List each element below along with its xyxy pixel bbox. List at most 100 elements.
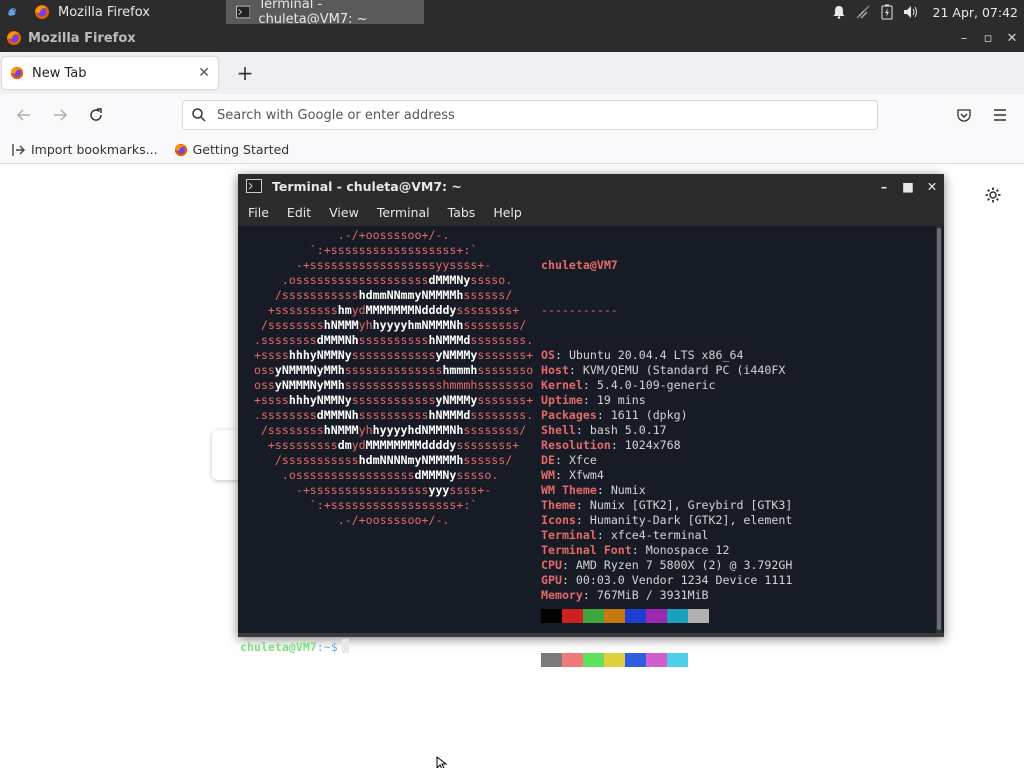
terminal-minimize-button[interactable]: – xyxy=(872,179,896,194)
color-swatch xyxy=(541,653,562,667)
color-swatch xyxy=(604,653,625,667)
import-icon xyxy=(12,143,25,156)
info-key: Resolution xyxy=(541,438,611,452)
info-value: 5.4.0-109-generic xyxy=(596,378,716,392)
logo-line: /ssssssssssshdmmNNmmyNMMMMhssssss/ xyxy=(240,288,513,302)
shell-prompt[interactable]: chuleta@VM7:~$ xyxy=(240,639,349,655)
forward-arrow-icon[interactable] xyxy=(42,97,78,133)
tab-close-icon[interactable]: ✕ xyxy=(198,65,210,81)
firefox-icon xyxy=(174,143,187,156)
prompt-user: chuleta@VM7 xyxy=(240,640,317,654)
logo-line: /ssssssssssshdmNNNNmyNMMMMhssssss/ xyxy=(240,453,513,467)
logo-line: `:+ssssssssssssssssss+:` xyxy=(240,498,478,512)
firefox-icon xyxy=(35,5,49,19)
taskbar-firefox[interactable]: Mozilla Firefox xyxy=(24,0,220,24)
terminal-output[interactable]: .-/+oossssoo+/-. `:+ssssssssssssssssss+:… xyxy=(238,226,936,667)
info-row: Terminal: xfce4-terminal xyxy=(541,528,709,542)
firefox-window-title: Mozilla Firefox xyxy=(28,30,136,46)
tab-new-tab[interactable]: New Tab ✕ xyxy=(2,57,218,89)
close-button[interactable]: ✕ xyxy=(1000,31,1024,46)
logo-line: .ssssssssdMMMNhsssssssssshNMMMdssssssss. xyxy=(240,408,534,422)
new-tab-plus-icon[interactable]: + xyxy=(234,62,256,84)
taskbar-firefox-label: Mozilla Firefox xyxy=(58,4,150,20)
info-row: Terminal Font: Monospace 12 xyxy=(541,543,730,557)
separator: ----------- xyxy=(541,303,618,317)
menu-help[interactable]: Help xyxy=(493,205,532,220)
color-palette xyxy=(541,579,709,697)
info-key: CPU xyxy=(541,558,562,572)
info-value: 19 mins xyxy=(596,393,646,407)
logo-line: ossyNMMMNyMMhsssssssssssssshmmmhssssssso xyxy=(240,378,534,392)
terminal-scrollbar[interactable] xyxy=(936,226,942,633)
info-row: DE: Xfce xyxy=(541,453,597,467)
color-swatch xyxy=(541,609,562,623)
terminal-titlebar: Terminal - chuleta@VM7: ~ – ■ ✕ xyxy=(238,174,944,198)
logo-line: +sssshhhyNMMNyssssssssssssyNMMMysssssss+ xyxy=(240,393,534,407)
logo-line: .osssssssssssssssssssdMMMNysssso. xyxy=(240,273,513,287)
scrollbar-thumb[interactable] xyxy=(937,228,941,630)
info-key: Packages xyxy=(541,408,597,422)
terminal-maximize-button[interactable]: ■ xyxy=(896,179,920,194)
info-row: CPU: AMD Ryzen 7 5800X (2) @ 3.792GH xyxy=(541,558,793,572)
firefox-titlebar: Mozilla Firefox – ▫ ✕ xyxy=(0,24,1024,52)
ubuntu-ascii-logo: .-/+oossssoo+/-. `:+ssssssssssssssssss+:… xyxy=(240,228,533,528)
color-swatch xyxy=(646,653,667,667)
color-swatch xyxy=(625,653,646,667)
color-swatch xyxy=(562,609,583,623)
top-panel: Mozilla Firefox Terminal - chuleta@VM7: … xyxy=(0,0,1024,27)
minimize-button[interactable]: – xyxy=(952,31,976,46)
maximize-button[interactable]: ▫ xyxy=(976,31,1000,46)
gear-icon[interactable] xyxy=(984,186,1002,208)
logo-line: /sssssssshNMMMyhhyyyyhmNMMMNhssssssss/ xyxy=(240,318,527,332)
terminal-menubar: File Edit View Terminal Tabs Help xyxy=(238,198,944,226)
notification-bell-icon[interactable] xyxy=(831,4,847,20)
url-bar-placeholder: Search with Google or enter address xyxy=(217,107,455,123)
volume-icon[interactable] xyxy=(903,4,919,20)
info-key: Uptime xyxy=(541,393,583,407)
logo-line: +ssssssssshmydMMMMMMMNddddyssssssss+ xyxy=(240,303,520,317)
battery-icon[interactable] xyxy=(879,4,895,20)
info-value: bash 5.0.17 xyxy=(589,423,667,437)
neofetch-info: chuleta@VM7 ----------- OS: Ubuntu 20.04… xyxy=(541,228,792,633)
terminal-close-button[interactable]: ✕ xyxy=(920,179,944,194)
menu-view[interactable]: View xyxy=(329,205,369,220)
info-value: KVM/QEMU (Standard PC (i440FX xyxy=(582,363,786,377)
info-key: Terminal xyxy=(541,528,597,542)
xfce-mouse-icon xyxy=(8,8,17,16)
firefox-nav-bar: Search with Google or enter address xyxy=(0,94,1024,136)
taskbar-terminal[interactable]: Terminal - chuleta@VM7: ~ xyxy=(226,0,424,27)
info-row: OS: Ubuntu 20.04.4 LTS x86_64 xyxy=(541,348,744,362)
color-swatch xyxy=(688,653,709,667)
bookmark-getting-started[interactable]: Getting Started xyxy=(174,142,289,157)
back-arrow-icon[interactable] xyxy=(6,97,42,133)
info-row: Theme: Numix [GTK2], Greybird [GTK3] xyxy=(541,498,793,512)
reload-icon[interactable] xyxy=(78,97,114,133)
clock[interactable]: 21 Apr, 07:42 xyxy=(933,5,1018,20)
network-disconnected-icon[interactable] xyxy=(855,4,871,20)
bookmark-import[interactable]: Import bookmarks... xyxy=(12,142,158,157)
firefox-tab-bar: New Tab ✕ + xyxy=(0,52,1024,94)
info-value: AMD Ryzen 7 5800X (2) @ 3.792GH xyxy=(575,558,793,572)
color-swatch xyxy=(604,609,625,623)
url-bar[interactable]: Search with Google or enter address xyxy=(182,100,878,130)
menu-tabs[interactable]: Tabs xyxy=(448,205,486,220)
system-tray: 21 Apr, 07:42 xyxy=(831,4,1024,20)
menu-edit[interactable]: Edit xyxy=(287,205,321,220)
logo-line: `:+ssssssssssssssssss+:` xyxy=(240,243,478,257)
pocket-icon[interactable] xyxy=(950,100,978,130)
logo-line: -+sssssssssssssssssyyyssss+- xyxy=(240,483,492,497)
hamburger-menu-icon[interactable] xyxy=(986,100,1014,130)
info-value: Ubuntu 20.04.4 LTS x86_64 xyxy=(568,348,744,362)
terminal-window: Terminal - chuleta@VM7: ~ – ■ ✕ File Edi… xyxy=(238,174,944,667)
menu-terminal[interactable]: Terminal xyxy=(377,205,440,220)
app-menu-button[interactable] xyxy=(0,0,24,24)
logo-line: .-/+oossssoo+/-. xyxy=(240,228,450,242)
taskbar-terminal-label: Terminal - chuleta@VM7: ~ xyxy=(258,0,368,27)
color-swatch xyxy=(688,609,709,623)
info-key: WM Theme xyxy=(541,483,597,497)
color-swatch xyxy=(583,653,604,667)
info-row: Packages: 1611 (dpkg) xyxy=(541,408,688,422)
info-key: Theme xyxy=(541,498,576,512)
bookmark-import-label: Import bookmarks... xyxy=(31,142,158,157)
menu-file[interactable]: File xyxy=(248,205,279,220)
